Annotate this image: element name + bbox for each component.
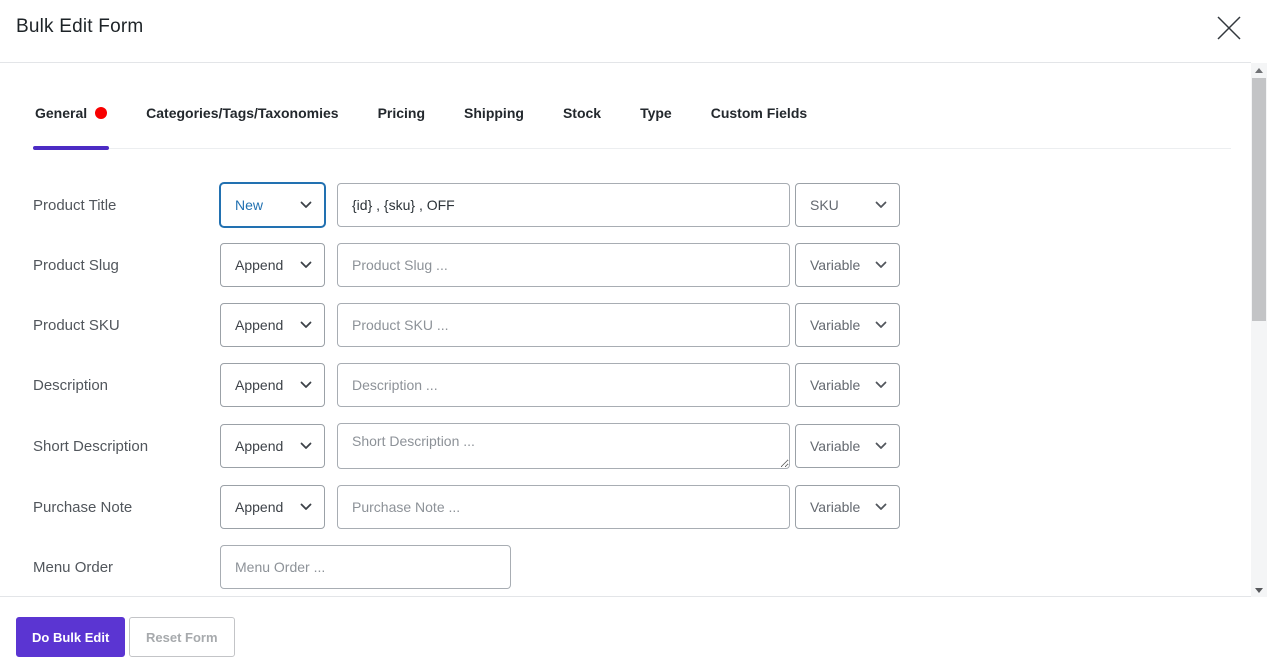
tab-label: Categories/Tags/Taxonomies bbox=[146, 105, 339, 121]
chevron-down-icon bbox=[875, 321, 887, 328]
mode-select-value: Append bbox=[235, 377, 284, 393]
page-title: Bulk Edit Form bbox=[16, 16, 144, 37]
field-label: Purchase Note bbox=[33, 498, 133, 516]
reset-form-button[interactable]: Reset Form bbox=[129, 617, 235, 657]
chevron-down-icon bbox=[875, 201, 887, 208]
chevron-down-icon bbox=[875, 381, 887, 388]
field-label: Short Description bbox=[33, 437, 149, 455]
mode-select-value: Append bbox=[235, 438, 284, 454]
field-label: Product SKU bbox=[33, 316, 120, 334]
bulk-edit-modal: Bulk Edit Form General Categories/Tags/T… bbox=[0, 0, 1267, 670]
value-input[interactable] bbox=[337, 485, 790, 529]
tab-stock[interactable]: Stock bbox=[563, 105, 601, 148]
variable-select[interactable]: Variable bbox=[795, 303, 900, 347]
mode-select[interactable]: Append bbox=[220, 424, 325, 468]
variable-select[interactable]: Variable bbox=[795, 243, 900, 287]
tab-label: Type bbox=[640, 105, 672, 121]
form-row-product-slug: Product Slug Append Variable bbox=[33, 243, 1251, 287]
variable-select-value: Variable bbox=[810, 377, 861, 393]
chevron-down-icon bbox=[300, 442, 312, 449]
tab-custom-fields[interactable]: Custom Fields bbox=[711, 105, 807, 148]
mode-select[interactable]: Append bbox=[220, 243, 325, 287]
scroll-down-arrow-icon bbox=[1255, 587, 1263, 593]
value-input[interactable] bbox=[220, 545, 511, 589]
variable-select-value: SKU bbox=[810, 197, 839, 213]
variable-select-value: Variable bbox=[810, 438, 861, 454]
field-label: Description bbox=[33, 376, 109, 394]
value-input[interactable] bbox=[337, 243, 790, 287]
close-button[interactable] bbox=[1213, 12, 1245, 44]
value-input[interactable] bbox=[337, 183, 790, 227]
mode-select-value: Append bbox=[235, 317, 284, 333]
tab-pricing[interactable]: Pricing bbox=[378, 105, 425, 148]
tab-categories-tags-taxonomies[interactable]: Categories/Tags/Taxonomies bbox=[146, 105, 338, 148]
general-form: Product Title New SKU Product Slug Appen… bbox=[33, 183, 1251, 589]
form-row-product-title: Product Title New SKU bbox=[33, 183, 1251, 227]
variable-select-value: Variable bbox=[810, 317, 861, 333]
chevron-down-icon bbox=[300, 381, 312, 388]
field-label: Product Title bbox=[33, 196, 117, 214]
chevron-down-icon bbox=[875, 442, 887, 449]
form-row-description: Description Append Variable bbox=[33, 363, 1251, 407]
tab-label: Stock bbox=[562, 105, 602, 121]
field-label: Menu Order bbox=[33, 558, 114, 576]
modified-indicator-dot bbox=[95, 107, 108, 119]
form-row-product-sku: Product SKU Append Variable bbox=[33, 303, 1251, 347]
tab-label: General bbox=[35, 105, 88, 121]
chevron-down-icon bbox=[300, 201, 312, 208]
chevron-down-icon bbox=[875, 503, 887, 510]
value-input[interactable] bbox=[337, 363, 790, 407]
tab-label: Custom Fields bbox=[710, 105, 808, 121]
tab-shipping[interactable]: Shipping bbox=[464, 105, 524, 148]
chevron-down-icon bbox=[300, 261, 312, 268]
form-row-menu-order: Menu Order bbox=[33, 545, 1251, 589]
variable-select[interactable]: Variable bbox=[795, 485, 900, 529]
chevron-down-icon bbox=[875, 261, 887, 268]
form-scroll-area: General Categories/Tags/Taxonomies Prici… bbox=[0, 62, 1251, 597]
tab-bar: General Categories/Tags/Taxonomies Prici… bbox=[32, 105, 1231, 150]
scrollbar-up-button[interactable] bbox=[1251, 63, 1267, 77]
scrollbar-thumb[interactable] bbox=[1252, 78, 1266, 321]
mode-select-value: Append bbox=[235, 257, 284, 273]
chevron-down-icon bbox=[300, 503, 312, 510]
mode-select[interactable]: Append bbox=[220, 303, 325, 347]
close-icon bbox=[1217, 16, 1241, 40]
mode-select[interactable]: Append bbox=[220, 363, 325, 407]
chevron-down-icon bbox=[300, 321, 312, 328]
value-textarea[interactable] bbox=[337, 423, 790, 469]
scroll-up-arrow-icon bbox=[1255, 67, 1263, 73]
mode-select-value: New bbox=[235, 197, 264, 213]
form-row-short-description: Short Description Append Variable bbox=[33, 423, 1251, 469]
tab-type[interactable]: Type bbox=[640, 105, 672, 148]
tab-label: Shipping bbox=[464, 105, 524, 121]
variable-select[interactable]: Variable bbox=[795, 424, 900, 468]
tab-general[interactable]: General bbox=[32, 105, 110, 150]
field-label: Product Slug bbox=[33, 256, 119, 274]
tab-label: Pricing bbox=[377, 105, 426, 121]
modal-footer: Do Bulk Edit Reset Form bbox=[0, 597, 1267, 670]
form-row-purchase-note: Purchase Note Append Variable bbox=[33, 485, 1251, 529]
mode-select[interactable]: New bbox=[220, 183, 325, 227]
do-bulk-edit-button[interactable]: Do Bulk Edit bbox=[16, 617, 126, 657]
variable-select-value: Variable bbox=[810, 257, 861, 273]
variable-select[interactable]: Variable bbox=[795, 363, 900, 407]
scrollbar-down-button[interactable] bbox=[1251, 583, 1267, 597]
variable-select[interactable]: SKU bbox=[795, 183, 900, 227]
value-input[interactable] bbox=[337, 303, 790, 347]
scrollbar[interactable] bbox=[1251, 63, 1267, 597]
mode-select-value: Append bbox=[235, 499, 284, 515]
mode-select[interactable]: Append bbox=[220, 485, 325, 529]
modal-header: Bulk Edit Form bbox=[0, 0, 1267, 62]
variable-select-value: Variable bbox=[810, 499, 861, 515]
